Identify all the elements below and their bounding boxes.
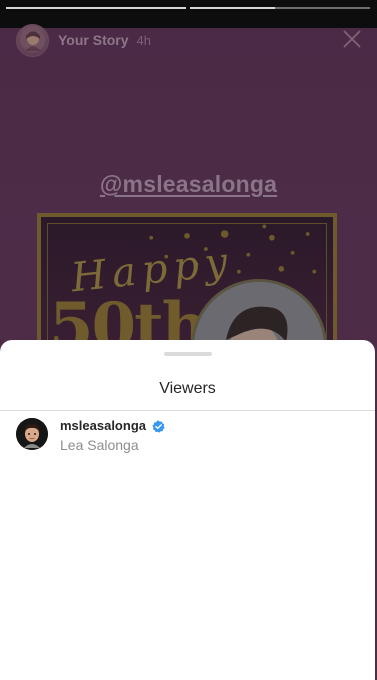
viewers-sheet: Viewers msleasalonga Lea Salonga [0,340,375,680]
viewer-avatar[interactable] [16,418,48,450]
story-username[interactable]: Your Story [58,32,129,48]
close-icon[interactable] [343,30,361,48]
story-timestamp: 4h [136,32,151,48]
viewer-username-row: msleasalonga [60,418,165,434]
story-avatar[interactable] [16,23,49,57]
story-mention-sticker[interactable]: @msleasalonga [0,171,377,198]
viewer-username[interactable]: msleasalonga [60,418,146,434]
story-header: Your Story 4h [16,23,151,57]
story-progress-bar-2 [190,7,370,9]
story-birthday-card: Happy 50th [37,213,337,353]
sheet-divider [0,410,375,411]
viewer-full-name: Lea Salonga [60,437,139,453]
sheet-title: Viewers [159,380,216,397]
story-progress-bar-1 [6,7,186,9]
verified-badge-icon [152,419,165,433]
viewer-text: msleasalonga Lea Salonga [60,418,165,453]
avatar-face-icon [20,28,45,52]
sheet-drag-handle[interactable] [164,352,212,356]
bitmoji-avatar-icon [16,418,48,450]
viewer-list-item[interactable]: msleasalonga Lea Salonga [16,418,359,453]
